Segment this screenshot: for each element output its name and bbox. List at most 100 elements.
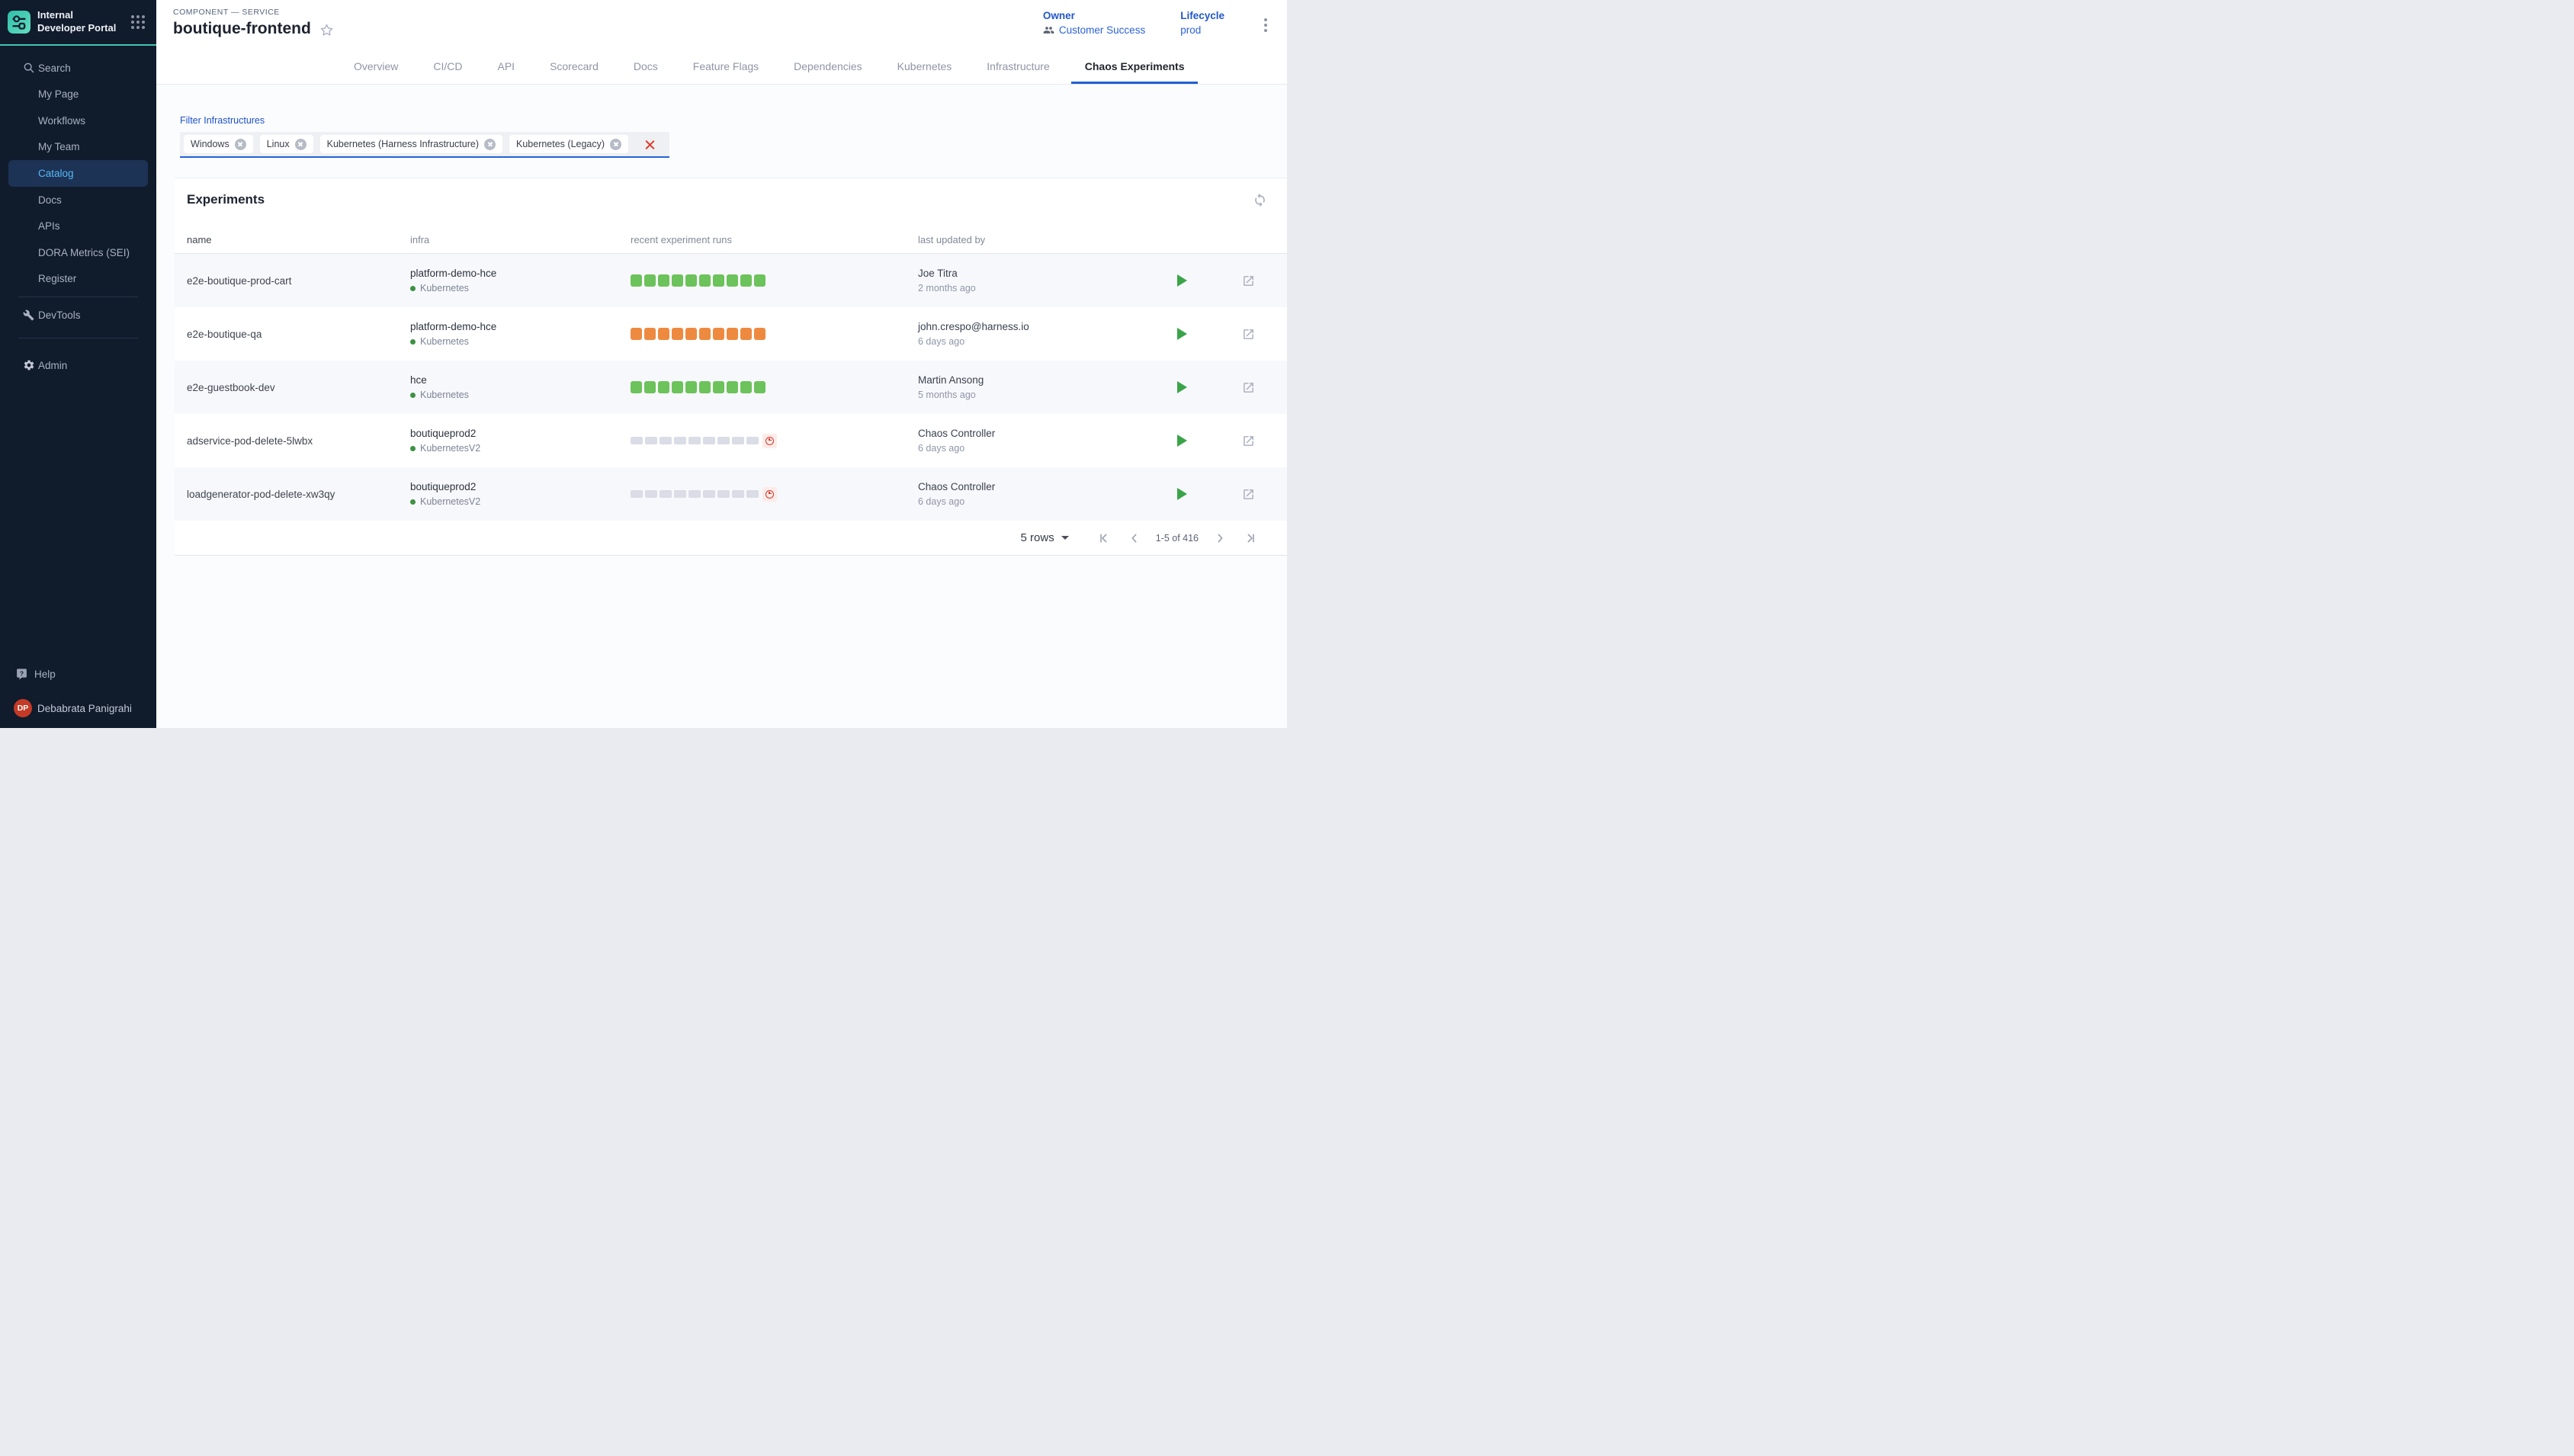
chip-remove-icon[interactable] <box>235 139 246 150</box>
chip-remove-icon[interactable] <box>295 139 307 150</box>
infra-type: Kubernetes <box>420 336 469 347</box>
open-in-new-icon[interactable] <box>1242 381 1255 394</box>
previous-page-button[interactable] <box>1127 531 1142 546</box>
tab-kubernetes[interactable]: Kubernetes <box>880 49 970 84</box>
run-square-passed <box>644 381 656 393</box>
tab-scorecard[interactable]: Scorecard <box>532 49 616 84</box>
next-page-button[interactable] <box>1212 531 1228 546</box>
sidebar-item-register[interactable]: Register <box>0 266 156 293</box>
sidebar-item-search[interactable]: Search <box>0 55 156 82</box>
column-header-infra: infra <box>410 234 631 245</box>
infra-type: KubernetesV2 <box>420 443 480 454</box>
infrastructure-filter-input[interactable]: Windows Linux Kubernetes (Harness Infras… <box>180 132 669 158</box>
run-square-pending <box>631 490 643 498</box>
wrench-icon <box>23 309 38 322</box>
infra-type: Kubernetes <box>420 390 469 400</box>
user-menu[interactable]: DP Debabrata Panigrahi <box>0 699 156 717</box>
entity-tabs: Overview CI/CD API Scorecard Docs Featur… <box>156 49 1287 85</box>
tab-cicd[interactable]: CI/CD <box>416 49 480 84</box>
sidebar-item-devtools[interactable]: DevTools <box>0 302 156 329</box>
sidebar-item-label: My Team <box>38 141 80 152</box>
run-experiment-play-icon[interactable] <box>1177 488 1187 500</box>
open-in-new-icon[interactable] <box>1242 435 1255 447</box>
run-experiment-play-icon[interactable] <box>1177 381 1187 393</box>
clear-all-filters-icon[interactable] <box>644 139 656 150</box>
sidebar-item-dora-metrics[interactable]: DORA Metrics (SEI) <box>0 239 156 266</box>
chip-remove-icon[interactable] <box>484 139 496 150</box>
tab-dependencies[interactable]: Dependencies <box>776 49 880 84</box>
run-experiment-play-icon[interactable] <box>1177 274 1187 287</box>
tab-api[interactable]: API <box>480 49 532 84</box>
favorite-star-icon[interactable] <box>319 23 334 37</box>
run-square-pending <box>631 437 643 444</box>
tab-content: Filter Infrastructures Windows Linux Kub… <box>156 85 1287 728</box>
refresh-icon[interactable] <box>1253 193 1267 207</box>
lifecycle-label: Lifecycle <box>1180 10 1224 21</box>
filter-chip[interactable]: Kubernetes (Legacy) <box>509 135 628 153</box>
filter-section: Filter Infrastructures Windows Linux Kub… <box>156 114 1287 158</box>
more-options-kebab-icon[interactable] <box>1260 13 1272 37</box>
tab-infrastructure[interactable]: Infrastructure <box>969 49 1067 84</box>
sidebar-item-label: Register <box>38 273 76 284</box>
help-button[interactable]: ? Help <box>0 661 156 687</box>
run-square-passed <box>740 381 752 393</box>
filter-chip[interactable]: Windows <box>184 135 253 153</box>
tab-chaos-experiments[interactable]: Chaos Experiments <box>1067 49 1202 84</box>
infra-name: boutiqueprod2 <box>410 428 631 439</box>
sidebar-item-catalog[interactable]: Catalog <box>8 160 148 187</box>
run-square-passed <box>631 381 642 393</box>
infra-status-dot <box>410 286 416 291</box>
updated-at: 2 months ago <box>918 283 1176 293</box>
run-square-failed <box>699 328 711 340</box>
last-page-button[interactable] <box>1243 531 1258 546</box>
run-square-passed <box>658 274 669 287</box>
run-experiment-play-icon[interactable] <box>1177 328 1187 340</box>
idp-logo-icon[interactable] <box>8 11 30 34</box>
recent-runs <box>631 381 918 393</box>
filter-chip[interactable]: Kubernetes (Harness Infrastructure) <box>320 135 502 153</box>
sidebar-item-my-team[interactable]: My Team <box>0 134 156 161</box>
open-in-new-icon[interactable] <box>1242 488 1255 501</box>
experiment-name: adservice-pod-delete-5lwbx <box>175 435 410 447</box>
run-square-pending <box>660 490 672 498</box>
sidebar: Internal Developer Portal Search My Page… <box>0 0 156 728</box>
owner-link[interactable]: Customer Success <box>1043 24 1145 36</box>
tab-overview[interactable]: Overview <box>336 49 416 84</box>
open-in-new-icon[interactable] <box>1242 274 1255 287</box>
sidebar-item-label: Search <box>38 63 71 74</box>
table-row: e2e-boutique-prod-cart platform-demo-hce… <box>175 254 1287 307</box>
sidebar-item-label: My Page <box>38 88 79 100</box>
run-square-failed <box>672 328 683 340</box>
run-experiment-play-icon[interactable] <box>1177 435 1187 447</box>
table-row: e2e-boutique-qa platform-demo-hce Kubern… <box>175 307 1287 361</box>
updated-by: Martin Ansong <box>918 374 1176 386</box>
run-square-pending <box>732 437 744 444</box>
updated-at: 5 months ago <box>918 390 1176 400</box>
run-square-passed <box>727 274 738 287</box>
rows-per-page-select[interactable]: 5 rows <box>1021 531 1069 544</box>
run-square-pending <box>717 490 730 498</box>
sidebar-item-workflows[interactable]: Workflows <box>0 107 156 134</box>
sidebar-footer: ? Help DP Debabrata Panigrahi <box>0 661 156 728</box>
chip-remove-icon[interactable] <box>610 139 621 150</box>
apps-grid-icon[interactable] <box>129 13 147 31</box>
sidebar-item-admin[interactable]: Admin <box>0 352 156 379</box>
infra-status-dot <box>410 393 416 398</box>
column-header-name: name <box>175 234 410 245</box>
sidebar-item-apis[interactable]: APIs <box>0 213 156 239</box>
user-name: Debabrata Panigrahi <box>37 703 132 714</box>
sidebar-item-my-page[interactable]: My Page <box>0 81 156 107</box>
updated-by: Chaos Controller <box>918 428 1176 439</box>
table-row: loadgenerator-pod-delete-xw3qy boutiquep… <box>175 467 1287 521</box>
experiment-name: e2e-guestbook-dev <box>175 382 410 393</box>
chip-label: Kubernetes (Legacy) <box>516 139 605 149</box>
run-square-failed <box>658 328 669 340</box>
sidebar-item-docs[interactable]: Docs <box>0 187 156 213</box>
first-page-button[interactable] <box>1096 531 1112 546</box>
tab-feature-flags[interactable]: Feature Flags <box>676 49 776 84</box>
filter-chip[interactable]: Linux <box>260 135 313 153</box>
open-in-new-icon[interactable] <box>1242 328 1255 341</box>
filter-infrastructures-label[interactable]: Filter Infrastructures <box>180 115 265 126</box>
tab-docs[interactable]: Docs <box>616 49 676 84</box>
run-square-passed <box>713 381 724 393</box>
